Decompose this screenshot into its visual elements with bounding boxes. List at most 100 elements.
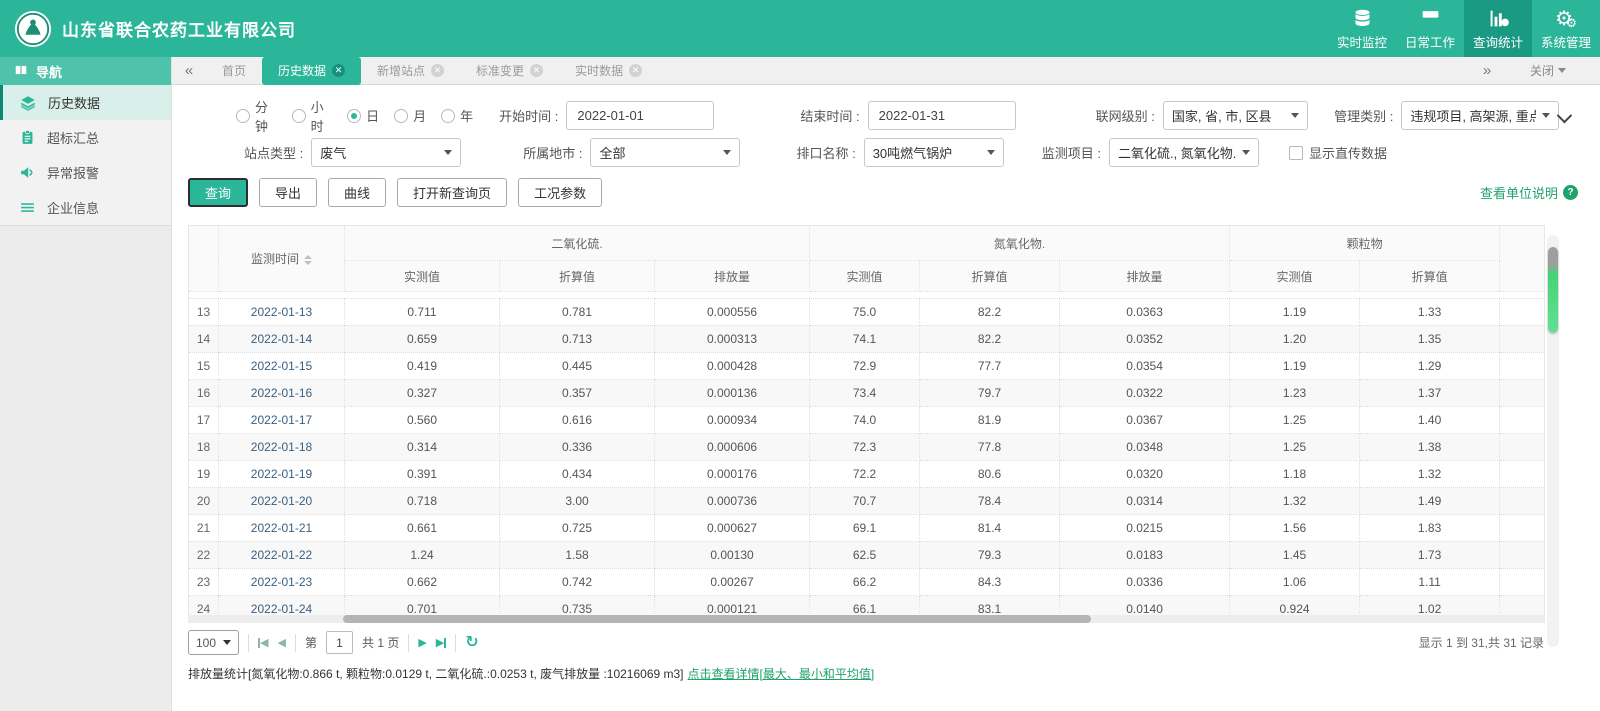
divider: [408, 633, 410, 652]
sidebar-item-abnormal-alarm[interactable]: 异常报警: [0, 155, 171, 190]
city-select[interactable]: 全部: [590, 138, 741, 167]
prev-page-icon[interactable]: ◀: [278, 636, 286, 649]
manage-type-value: 违规项目, 高架源, 重点排: [1410, 109, 1537, 124]
period-radio-小时[interactable]: 小时: [291, 97, 333, 135]
tab-0[interactable]: 首页: [206, 57, 262, 85]
tab-2[interactable]: 新增站点 ✕: [361, 57, 460, 85]
date-link[interactable]: 2022-01-23: [218, 568, 345, 596]
direct-data-checkbox[interactable]: 显示直传数据: [1288, 143, 1387, 162]
horizontal-scrollbar[interactable]: [188, 615, 1544, 623]
sidebar-item-over-limit-summary[interactable]: 超标汇总: [0, 120, 171, 155]
network-level-value: 国家, 省, 市, 区县: [1171, 109, 1272, 124]
tail-cell: [1499, 352, 1546, 380]
value-cell: 0.000627: [654, 514, 811, 542]
radio-icon: [441, 108, 456, 123]
manage-type-select[interactable]: 违规项目, 高架源, 重点排: [1401, 101, 1560, 130]
date-link[interactable]: 2022-01-13: [218, 298, 345, 326]
value-cell: 0.357: [499, 379, 655, 407]
question-icon: ?: [1563, 184, 1578, 200]
value-cell: 66.2: [809, 568, 921, 596]
column-group-0: 二氧化硫.: [344, 225, 811, 261]
radio-label: 月: [413, 109, 427, 124]
network-level-select[interactable]: 国家, 省, 市, 区县: [1162, 101, 1309, 130]
chevron-down-icon: [1291, 113, 1300, 118]
working-condition-button[interactable]: 工况参数: [518, 177, 603, 207]
period-radio-月[interactable]: 月: [394, 97, 426, 135]
date-link[interactable]: 2022-01-19: [218, 460, 345, 488]
query-button[interactable]: 查询: [188, 177, 249, 207]
date-link[interactable]: 2022-01-22: [218, 541, 345, 569]
last-page-icon[interactable]: ▶: [436, 636, 447, 649]
monitor-item-select[interactable]: 二氧化硫., 氮氧化物., 颗粒: [1108, 138, 1259, 167]
top-nav-daily-work[interactable]: 日常工作: [1396, 0, 1464, 57]
horizontal-scroll-thumb[interactable]: [343, 615, 1091, 623]
date-link[interactable]: 2022-01-15: [218, 352, 345, 380]
tab-3[interactable]: 标准变更 ✕: [460, 57, 559, 85]
radio-label: 年: [460, 109, 474, 124]
top-nav-query-stats[interactable]: 查询统计: [1464, 0, 1532, 57]
radio-label: 日: [366, 109, 380, 124]
page-number-input[interactable]: [325, 631, 353, 654]
button-group: 查询 导出 曲线 打开新查询页 工况参数: [188, 177, 613, 207]
sort-icon[interactable]: [304, 254, 312, 265]
date-link[interactable]: 2022-01-20: [218, 487, 345, 515]
close-tabs-menu[interactable]: 关闭: [1530, 62, 1566, 79]
tab-close-icon[interactable]: ✕: [431, 64, 445, 77]
row-number: 14: [188, 325, 219, 353]
value-cell: 0.000606: [654, 433, 811, 461]
period-radio-日[interactable]: 日: [347, 97, 379, 135]
period-radio-年[interactable]: 年: [441, 97, 473, 135]
value-cell: 69.1: [809, 514, 921, 542]
value-cell: 1.37: [1359, 379, 1501, 407]
period-radio-分钟[interactable]: 分钟: [236, 97, 277, 135]
date-link[interactable]: 2022-01-14: [218, 325, 345, 353]
open-new-query-button[interactable]: 打开新查询页: [397, 177, 508, 207]
tabs-scroll-right-icon[interactable]: »: [1470, 62, 1504, 79]
data-table: 监测时间 二氧化硫. 氮氧化物. 颗粒物 实测值 折算值 排放量 实测值 折算值 排放量 实测值…: [188, 225, 1546, 623]
value-cell: 72.3: [809, 433, 921, 461]
tab-close-icon[interactable]: ✕: [629, 64, 643, 77]
chevron-down-icon: [444, 150, 453, 155]
vertical-scrollbar[interactable]: [1547, 235, 1559, 647]
next-page-icon[interactable]: ▶: [418, 636, 426, 649]
tabs-scroll-left-icon[interactable]: «: [172, 62, 206, 79]
date-link[interactable]: 2022-01-18: [218, 433, 345, 461]
value-cell: 3.00: [499, 487, 655, 515]
grid-icon: [14, 63, 28, 80]
tab-label: 首页: [222, 64, 247, 78]
page-size-select[interactable]: 100: [188, 630, 240, 655]
sidebar-item-label: 企业信息: [47, 201, 100, 216]
top-nav-realtime-monitor[interactable]: 实时监控: [1328, 0, 1396, 57]
stats-detail-link[interactable]: 点击查看详情[最大、最小和平均值]: [688, 667, 875, 681]
radio-label: 分钟: [255, 99, 269, 134]
date-link[interactable]: 2022-01-16: [218, 379, 345, 407]
collapse-filters-icon[interactable]: [1557, 107, 1573, 124]
speaker-icon: [19, 164, 36, 181]
top-nav-system-manage[interactable]: ⚙ ⚙ 系统管理: [1532, 0, 1600, 57]
tab-close-icon[interactable]: ✕: [332, 64, 346, 77]
export-button[interactable]: 导出: [259, 177, 318, 207]
first-page-icon[interactable]: ◀: [258, 636, 269, 649]
sidebar-item-history-data[interactable]: 历史数据: [0, 85, 171, 120]
station-type-select[interactable]: 废气: [311, 138, 462, 167]
value-cell: 0.000556: [654, 298, 811, 326]
sidebar-item-company-info[interactable]: 企业信息: [0, 190, 171, 225]
unit-help-link[interactable]: 查看单位说明 ?: [1480, 183, 1578, 202]
value-cell: 0.314: [344, 433, 500, 461]
time-column-header[interactable]: 监测时间: [218, 225, 345, 292]
date-link[interactable]: 2022-01-17: [218, 406, 345, 434]
outlet-select[interactable]: 30吨燃气锅炉: [863, 138, 1004, 167]
vertical-scroll-thumb[interactable]: [1548, 247, 1558, 333]
date-link[interactable]: 2022-01-21: [218, 514, 345, 542]
end-time-input[interactable]: [867, 101, 1016, 130]
refresh-icon[interactable]: ↻: [465, 634, 478, 651]
tab-close-icon[interactable]: ✕: [530, 64, 544, 77]
curve-button[interactable]: 曲线: [328, 177, 387, 207]
tail-cell: [1499, 541, 1546, 569]
tab-4[interactable]: 实时数据 ✕: [559, 57, 658, 85]
value-cell: 0.419: [344, 352, 500, 380]
start-time-input[interactable]: [566, 101, 715, 130]
value-cell: 1.23: [1229, 379, 1361, 407]
tab-1[interactable]: 历史数据 ✕: [262, 56, 362, 85]
column-group-2: 颗粒物: [1229, 225, 1501, 261]
